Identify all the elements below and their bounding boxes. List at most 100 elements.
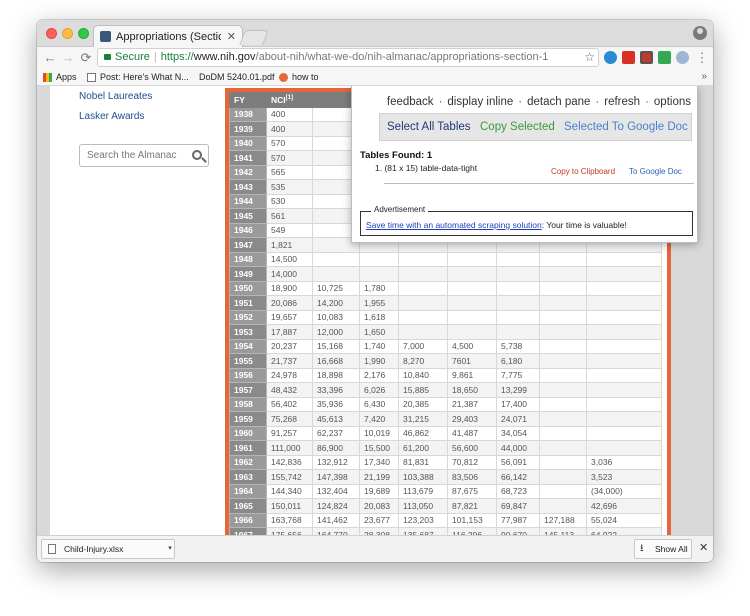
table-cell — [539, 338, 587, 354]
table-cell: 123,203 — [398, 512, 448, 528]
fy-cell: 1963 — [229, 469, 267, 485]
table-cell — [539, 324, 587, 340]
download-item[interactable]: Child-Injury.xlsx — [41, 539, 175, 559]
more-bookmarks-button[interactable]: » — [701, 71, 707, 82]
table-cell — [312, 251, 360, 267]
bookmark-star-icon[interactable]: ☆ — [584, 49, 595, 66]
table-row: 1960 91,257 62,237 10,019 46,862 41,487 34,054 — [229, 425, 662, 441]
bookmark-how-to[interactable]: how to — [279, 72, 319, 82]
table-cell — [539, 498, 587, 514]
file-icon — [48, 544, 56, 554]
table-cell — [586, 396, 662, 412]
fy-cell: 1961 — [229, 440, 267, 456]
popup-menu-refresh[interactable]: refresh — [604, 96, 640, 108]
table-cell: 570 — [266, 150, 313, 166]
table-cell: 70,812 — [447, 454, 497, 470]
table-cell: 56,600 — [447, 440, 497, 456]
table-cell: 61,200 — [398, 440, 448, 456]
table-cell: 17,400 — [496, 396, 540, 412]
table-cell: 1,740 — [359, 338, 399, 354]
select-all-tables-button[interactable]: Select All Tables — [387, 114, 471, 140]
table-cell — [447, 309, 497, 325]
menu-separator: · — [645, 96, 649, 108]
copy-selected-button[interactable]: Copy Selected — [480, 114, 555, 140]
to-google-doc-link[interactable]: To Google Doc — [629, 167, 682, 176]
search-icon[interactable] — [192, 150, 202, 160]
left-gutter — [37, 86, 50, 535]
extension-green-download-icon[interactable] — [658, 51, 671, 64]
new-tab-button[interactable] — [239, 30, 269, 45]
fy-cell: 1952 — [229, 309, 267, 325]
table-cell: 8,270 — [398, 353, 448, 369]
table-cell — [539, 309, 587, 325]
download-menu-chevron-icon[interactable]: ▾ — [165, 539, 175, 559]
table-cell — [539, 469, 587, 485]
table-cell — [539, 425, 587, 441]
bookmark-label: Post: Here's What N... — [100, 72, 189, 82]
extension-red-icon[interactable] — [622, 51, 635, 64]
table-cell — [447, 324, 497, 340]
copy-to-clipboard-link[interactable]: Copy to Clipboard — [551, 167, 615, 176]
table-row: 1965 150,011 124,824 20,083 113,050 87,821 69,… — [229, 498, 662, 514]
fy-cell: 1954 — [229, 338, 267, 354]
sidebar-link-nobel-laureates[interactable]: Nobel Laureates — [79, 91, 152, 102]
reload-button[interactable]: ⟳ — [77, 49, 95, 67]
table-cell: 41,487 — [447, 425, 497, 441]
popup-menu-display-inline[interactable]: display inline — [447, 96, 513, 108]
table-cell — [496, 266, 540, 282]
selected-to-google-doc-button[interactable]: Selected To Google Doc — [564, 114, 688, 140]
lock-icon — [104, 54, 111, 60]
table-cell — [586, 309, 662, 325]
table-cell: 400 — [266, 106, 313, 122]
page-icon — [87, 72, 96, 82]
address-bar[interactable]: Secure | https://www.nih.gov/about-nih/wha… — [97, 48, 599, 67]
close-downloads-icon[interactable]: ✕ — [699, 541, 708, 554]
close-window-button[interactable] — [46, 28, 57, 39]
extension-blue-circle-icon[interactable] — [604, 51, 617, 64]
table-cell — [539, 295, 587, 311]
maximize-window-button[interactable] — [78, 28, 89, 39]
table-cell — [398, 251, 448, 267]
popup-action-bar: Select All Tables Copy Selected Selected… — [379, 113, 692, 141]
show-all-downloads-button[interactable]: ⭳ Show All — [634, 539, 692, 559]
url-protocol: https:// — [160, 51, 194, 63]
menu-separator: · — [595, 96, 600, 108]
profile-avatar-icon[interactable] — [693, 26, 707, 40]
tables-found-heading: Tables Found: 1 — [360, 150, 433, 161]
download-filename: Child-Injury.xlsx — [64, 544, 124, 554]
back-button[interactable]: ← — [41, 49, 59, 67]
popup-menu-feedback[interactable]: feedback — [387, 96, 434, 108]
table-cell: 6,180 — [496, 353, 540, 369]
table-entry[interactable]: 1. (81 x 15) table-data-tight — [375, 163, 477, 173]
table-cell — [586, 266, 662, 282]
apps-grid-icon — [43, 72, 52, 82]
ad-link[interactable]: Save time with an automated scraping sol… — [366, 220, 542, 230]
minimize-window-button[interactable] — [62, 28, 73, 39]
table-cell — [539, 367, 587, 383]
secure-label: Secure — [115, 51, 150, 63]
sidebar-link-lasker-awards[interactable]: Lasker Awards — [79, 111, 144, 122]
extension-table-capture-icon[interactable] — [640, 51, 653, 64]
bookmark-post[interactable]: Post: Here's What N... — [87, 72, 189, 82]
table-cell: 5,738 — [496, 338, 540, 354]
almanac-search-input[interactable]: Search the Almanac — [79, 144, 209, 167]
table-cell — [398, 295, 448, 311]
popup-menu-detach-pane[interactable]: detach pane — [527, 96, 590, 108]
table-cell: 91,257 — [266, 425, 313, 441]
table-cell: 10,083 — [312, 309, 360, 325]
table-cell: 9,861 — [447, 367, 497, 383]
table-cell — [539, 382, 587, 398]
bookmark-dodm[interactable]: DoDM 5240.01.pdf — [199, 72, 275, 82]
table-cell: 44,000 — [496, 440, 540, 456]
forward-button[interactable]: → — [59, 49, 77, 67]
table-cell — [496, 251, 540, 267]
browser-menu-button[interactable]: ⋮ — [693, 49, 711, 67]
tab-appropriations[interactable]: Appropriations (Section 1) | Ne ✕ — [93, 25, 243, 47]
bookmark-apps[interactable]: Apps — [43, 72, 77, 82]
tab-close-icon[interactable]: ✕ — [227, 30, 236, 43]
fy-cell: 1939 — [229, 121, 267, 137]
popup-menu-options[interactable]: options — [654, 96, 691, 108]
extension-puzzle-icon[interactable] — [676, 51, 689, 64]
table-cell: 68,723 — [496, 483, 540, 499]
table-row: 1962 142,836 132,912 17,340 81,831 70,812 56,0… — [229, 454, 662, 470]
